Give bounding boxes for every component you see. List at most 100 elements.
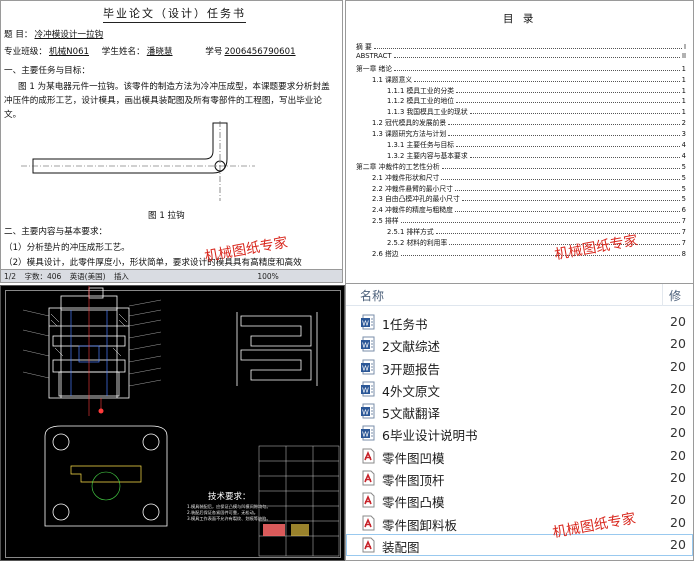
topic-label: 题 目： [4, 30, 33, 40]
toc-leader-dots [393, 56, 680, 58]
toc-entry[interactable]: 2.4 冲裁件的精度与粗糙度 6 [356, 204, 686, 215]
toc-entry[interactable]: 1.3.2 主要内容与基本要求 4 [356, 150, 686, 161]
assembly-drawing [22, 286, 340, 557]
file-row[interactable]: W 5文献翻译 20 [346, 400, 693, 422]
toc-entry[interactable]: 摘 要I [356, 41, 686, 52]
status-zoom[interactable]: 100% [257, 272, 278, 281]
toc-entry[interactable]: ABSTRACT II [356, 52, 686, 63]
word-doc-icon: W [360, 314, 376, 330]
toc-leader-dots [400, 254, 680, 256]
toc-entry-page: 5 [681, 173, 686, 182]
toc-leader-dots [448, 124, 680, 126]
toc-entry[interactable]: 第一章 绪论 1 [356, 63, 686, 74]
file-explorer-panel: 名称 修 W 1任务书 20 W 2文献综述 20 W 3开题报告 20 W 4外文原文 20 W 5文献… [345, 283, 694, 561]
toc-entry-page: 6 [681, 206, 686, 215]
toc-entry[interactable]: 1.2 冠代模具的发展前景 2 [356, 117, 686, 128]
file-row[interactable]: W 6毕业设计说明书 20 [346, 422, 693, 444]
file-modified-date: 20 [670, 336, 686, 352]
file-row[interactable]: W 3开题报告 20 [346, 356, 693, 378]
svg-text:W: W [362, 431, 369, 439]
toc-entry-title: 2.5.2 材料的利用率 [387, 239, 448, 248]
toc-entry[interactable]: 1.1.2 模具工业的地位 1 [356, 95, 686, 106]
toc-entry-page: 1 [681, 86, 686, 95]
word-doc-icon: W [360, 359, 376, 375]
requirement-item-2: （2）模具设计，此零件厚度小，形状简单，要求设计的模具具有高精度和高效 [4, 258, 302, 268]
toc-entry[interactable]: 2.2 冲裁件悬臂的最小尺寸 5 [356, 183, 686, 194]
svg-text:W: W [362, 342, 369, 350]
topic-value: 冷冲模设计一拉钩 [34, 30, 104, 40]
toc-entry-title: 1.2 冠代模具的发展前景 [372, 119, 447, 128]
toc-entry-title: 1.3 课题研究方法与计划 [372, 130, 447, 139]
file-row[interactable]: W 4外文原文 20 [346, 378, 693, 400]
file-row[interactable]: W 2文献综述 20 [346, 333, 693, 355]
file-row[interactable]: 装配图 20 [346, 533, 693, 557]
toc-entry-title: 2.2 冲裁件悬臂的最小尺寸 [372, 184, 453, 193]
file-modified-date: 20 [670, 358, 686, 374]
class-value: 机械N061 [48, 47, 90, 57]
status-language[interactable]: 英语(美国) [70, 272, 106, 281]
status-page[interactable]: 1/2 [4, 272, 16, 281]
toc-entry-page: II [681, 51, 686, 60]
toc-entry[interactable]: 2.5 排样 7 [356, 215, 686, 226]
file-name: 零件图凸模 [382, 495, 445, 511]
file-row[interactable]: 零件图凸模 20 [346, 489, 693, 511]
toc-entry[interactable]: 2.1 冲裁件形状和尺寸 5 [356, 172, 686, 183]
cad-file-icon [360, 537, 376, 553]
status-mode[interactable]: 插入 [114, 272, 129, 281]
status-words[interactable]: 字数：406 [24, 272, 61, 281]
toc-entry[interactable]: 2.3 自由凸模冲孔的最小尺寸 5 [356, 193, 686, 204]
toc-entry-title: 2.3 自由凸模冲孔的最小尺寸 [372, 195, 460, 204]
id-label: 学号 [205, 47, 223, 57]
toc-leader-dots [441, 178, 680, 180]
toc-entry-title: 2.4 冲裁件的精度与粗糙度 [372, 206, 453, 215]
toc-entry-page: 7 [681, 239, 686, 248]
toc-entry[interactable]: 1.1.1 模具工业的分类 1 [356, 85, 686, 96]
column-header-name[interactable]: 名称 [360, 287, 384, 304]
toc-entry[interactable]: 1.1.3 我国模具工业的现状 1 [356, 106, 686, 117]
cad-drawing-panel[interactable]: 技术要求： 1.模具装配后，应保证凸模与凹模间隙均匀。 2.装配后保证各紧固件可… [0, 285, 345, 561]
word-doc-icon: W [360, 336, 376, 352]
toc-leader-dots [469, 156, 680, 158]
toc-entry[interactable]: 1.3.1 主要任务与目标 4 [356, 139, 686, 150]
toc-entry[interactable]: 第二章 冲裁件的工艺性分析 5 [356, 161, 686, 172]
toc-leader-dots [414, 80, 680, 82]
file-modified-date: 20 [670, 447, 686, 463]
file-list: W 1任务书 20 W 2文献综述 20 W 3开题报告 20 W 4外文原文 20 W 5文献翻译 20 W… [346, 311, 693, 557]
file-name: 零件图卸料板 [382, 517, 458, 533]
word-status-bar: 1/2 字数：406 英语(美国) 插入 100% [1, 269, 342, 282]
toc-entry-title: 2.1 冲裁件形状和尺寸 [372, 173, 440, 182]
file-row[interactable]: 零件图卸料板 20 [346, 512, 693, 534]
file-name: 装配图 [382, 539, 420, 555]
cad-file-icon [360, 470, 376, 486]
file-row[interactable]: W 1任务书 20 [346, 311, 693, 333]
word-doc-icon: W [360, 381, 376, 397]
section-1-heading: 一、主要任务与目标： [4, 66, 90, 76]
word-doc-icon: W [360, 425, 376, 441]
toc-leader-dots [456, 102, 680, 104]
task-document-panel: 毕业论文（设计）任务书 题 目： 冷冲模设计一拉钩 专业班级： 机械N061 学生姓… [0, 0, 343, 283]
toc-entry-page: 8 [681, 249, 686, 258]
toc-leader-dots [448, 135, 680, 137]
cad-file-icon [360, 515, 376, 531]
file-row[interactable]: 零件图顶杆 20 [346, 467, 693, 489]
document-page[interactable]: 毕业论文（设计）任务书 题 目： 冷冲模设计一拉钩 专业班级： 机械N061 学生姓… [1, 1, 342, 269]
tech-requirements-title: 技术要求： [208, 492, 251, 502]
toc-entry-page: 1 [681, 64, 686, 73]
file-modified-date: 20 [670, 536, 686, 552]
toc-entry[interactable]: 1.1 课题意义 1 [356, 74, 686, 85]
file-row[interactable]: 零件图凹模 20 [346, 445, 693, 467]
column-header-modified[interactable]: 修 [669, 287, 681, 304]
section-1-paragraph: 图 1 为某电器元件一拉钩。该零件的制造方法为冷冲压成型，本课题要求分析封盖冲压… [4, 82, 330, 120]
toc-entry-title: 摘 要 [356, 43, 372, 51]
file-name: 零件图凹模 [382, 450, 445, 466]
file-name: 3开题报告 [382, 361, 440, 377]
document-title: 毕业论文（设计）任务书 [103, 5, 246, 23]
toc-entry-page: 3 [681, 130, 686, 139]
toc-leader-dots [400, 222, 680, 224]
id-value: 2006456790601 [224, 47, 296, 57]
file-modified-date: 20 [670, 314, 686, 329]
file-name: 零件图顶杆 [382, 473, 445, 489]
toc-entry-title: 1.3.1 主要任务与目标 [387, 141, 455, 150]
column-divider[interactable] [662, 284, 663, 306]
toc-entry[interactable]: 1.3 课题研究方法与计划 3 [356, 128, 686, 139]
